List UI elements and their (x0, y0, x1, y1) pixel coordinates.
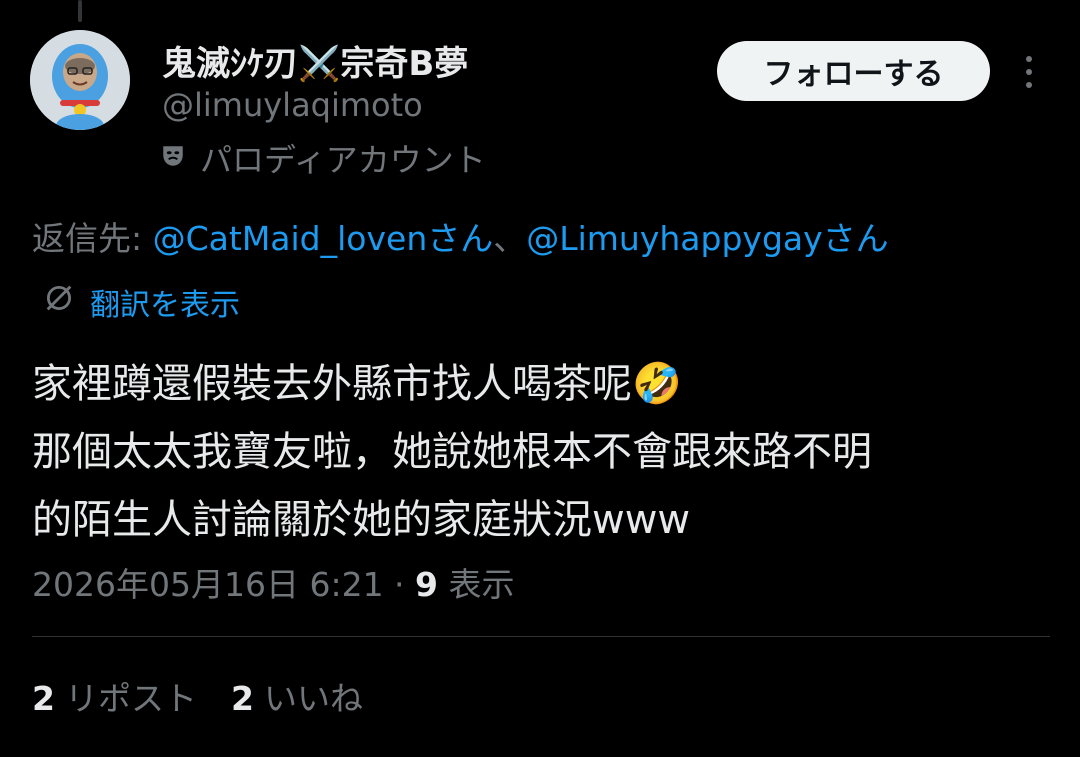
tweet-meta: 2026年05月16日 6:21 · 9 表示 (32, 558, 515, 606)
mention-separator: 、 (493, 219, 527, 258)
avatar-image (30, 30, 130, 130)
follow-button[interactable]: フォローする (717, 41, 990, 101)
more-options-button[interactable] (1014, 52, 1044, 92)
views-count: 9 (415, 565, 439, 604)
translate-link[interactable]: 翻訳を表示 (42, 280, 240, 324)
replying-to-prefix: 返信先: (32, 219, 153, 258)
reposts-count: 2 (32, 679, 55, 718)
avatar[interactable] (30, 30, 130, 130)
mention-link[interactable]: @CatMaid_lovenさん (153, 219, 494, 258)
parody-account-label: パロディアカウント (160, 136, 486, 180)
author-display-name[interactable]: 鬼滅ｼｹ刃⚔️宗奇B夢 (162, 36, 468, 85)
tweet-body: 家裡蹲還假裝去外縣市找人喝茶呢🤣 那個太太我寶友啦，她說她根本不會跟來路不明 的… (32, 350, 1052, 554)
reposts-stat[interactable]: 2 リポスト (32, 672, 197, 720)
likes-label: いいね (263, 679, 363, 718)
engagement-stats: 2 リポスト 2 いいね (32, 672, 363, 720)
parody-label-text: パロディアカウント (200, 141, 486, 179)
tweet-text-line: 的陌生人討論關於她的家庭狀況www (32, 497, 691, 543)
tweet-text-line: 家裡蹲還假裝去外縣市找人喝茶呢🤣 (32, 361, 682, 407)
tweet-text-line: 那個太太我寶友啦，她說她根本不會跟來路不明 (32, 429, 872, 475)
likes-stat[interactable]: 2 いいね (231, 672, 363, 720)
globe-slash-icon (42, 281, 76, 323)
author-handle[interactable]: @limuylaqimoto (162, 86, 423, 124)
likes-count: 2 (230, 679, 254, 718)
replying-to: 返信先: @CatMaid_lovenさん、@Limuyhappygayさん (32, 212, 889, 260)
divider (32, 636, 1050, 637)
views-label: 表示 (438, 565, 515, 604)
reposts-label: リポスト (64, 679, 197, 718)
thread-connector-line (78, 0, 82, 22)
more-vertical-icon (1026, 56, 1032, 62)
theater-mask-icon (160, 139, 186, 177)
mention-link[interactable]: @Limuyhappygayさん (526, 219, 888, 258)
meta-separator: · (383, 565, 416, 604)
translate-label: 翻訳を表示 (90, 288, 240, 323)
tweet-timestamp[interactable]: 2026年05月16日 6:21 (32, 565, 384, 604)
